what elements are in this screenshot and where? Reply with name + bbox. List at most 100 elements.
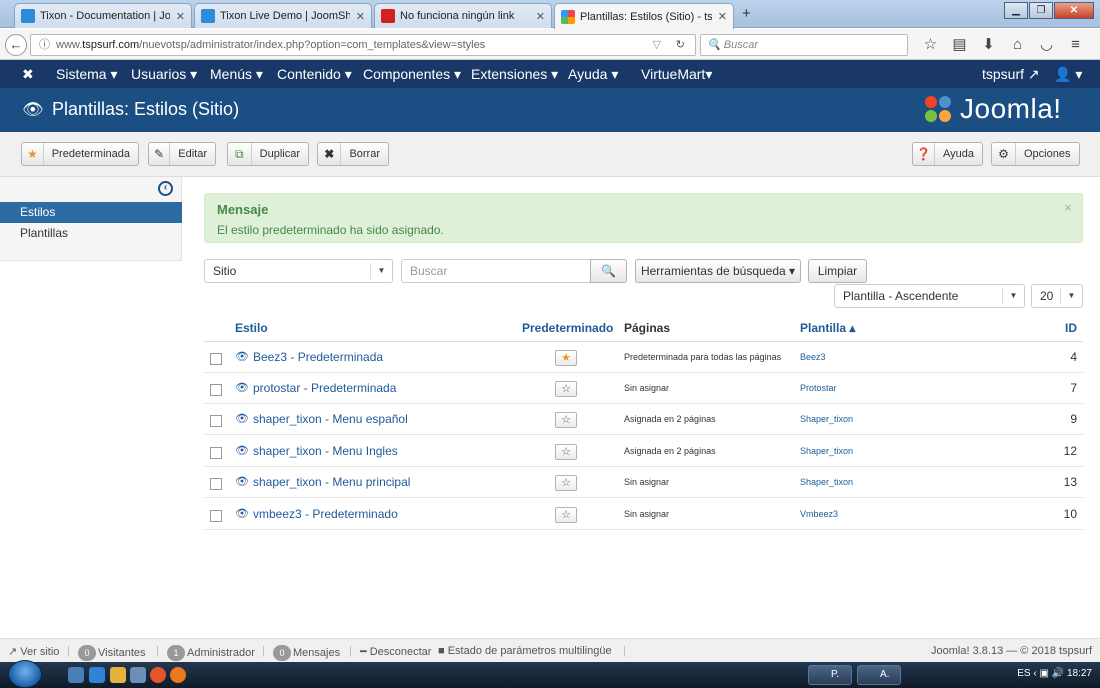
template-link[interactable]: Beez3 — [800, 352, 826, 362]
preview-eye-icon[interactable]: 👁 — [235, 350, 249, 363]
reading-list-icon[interactable]: ▤ — [945, 34, 974, 56]
client-select[interactable]: Sitio ▼ — [204, 259, 393, 283]
default-star-icon[interactable]: ☆ — [555, 475, 577, 491]
col-header-style[interactable]: Estilo — [235, 321, 268, 335]
url-dropdown-icon[interactable]: ▽ — [653, 35, 661, 55]
delete-button[interactable]: ✖ Borrar — [317, 142, 389, 166]
menu-menus[interactable]: Menús ▾ — [210, 66, 263, 83]
browser-tab[interactable]: No funciona ningún link ✕ — [374, 3, 552, 28]
col-header-id[interactable]: ID — [1065, 321, 1077, 335]
joomla-x-icon[interactable]: ✖ — [22, 66, 34, 83]
sidebar-item-estilos[interactable]: Estilos — [0, 202, 182, 223]
row-checkbox[interactable] — [210, 478, 222, 490]
taskbar-app-firefox[interactable]: P. — [808, 665, 852, 685]
bookmark-star-icon[interactable]: ☆ — [916, 34, 945, 56]
help-button[interactable]: ❓ Ayuda — [912, 142, 983, 166]
menu-contenido[interactable]: Contenido ▾ — [277, 66, 352, 83]
alert-close-icon[interactable]: × — [1064, 200, 1072, 215]
messages-status[interactable]: 0 Mensajes — [273, 645, 340, 661]
info-icon[interactable]: ⓘ — [39, 39, 50, 51]
close-tab-icon[interactable]: ✕ — [176, 10, 185, 23]
menu-componentes[interactable]: Componentes ▾ — [363, 66, 461, 83]
pocket-icon[interactable]: ◡ — [1032, 34, 1061, 56]
search-button[interactable]: 🔍 — [590, 259, 627, 283]
sidebar-item-plantillas[interactable]: Plantillas — [0, 223, 182, 244]
volume-icon[interactable]: 🔊 — [1052, 668, 1064, 679]
col-header-default[interactable]: Predeterminado — [522, 321, 613, 335]
new-tab-button[interactable]: + — [742, 5, 751, 22]
row-checkbox[interactable] — [210, 510, 222, 522]
template-link[interactable]: Shaper_tixon — [800, 446, 853, 456]
taskbar-app-photoshop[interactable]: A. — [857, 665, 901, 685]
minimize-icon[interactable]: ▁ — [1004, 2, 1028, 19]
menu-usuarios[interactable]: Usuarios ▾ — [131, 66, 197, 83]
url-bar[interactable]: ⓘ www.tspsurf.com/nuevotsp/administrator/… — [30, 34, 696, 56]
menu-virtuemart[interactable]: VirtueMart▾ — [641, 66, 712, 83]
browser-search-input[interactable]: 🔍 Buscar — [700, 34, 908, 56]
search-tools-button[interactable]: Herramientas de búsqueda ▾ — [635, 259, 801, 283]
template-link[interactable]: Shaper_tixon — [800, 414, 853, 424]
default-star-icon[interactable]: ☆ — [555, 412, 577, 428]
media-icon[interactable] — [130, 667, 146, 683]
user-menu[interactable]: 👤 ▾ — [1054, 66, 1082, 83]
row-checkbox[interactable] — [210, 447, 222, 459]
default-button[interactable]: ★ Predeterminada — [21, 142, 139, 166]
template-link[interactable]: Protostar — [800, 383, 837, 393]
sidebar-toggle-icon[interactable]: ‹ — [158, 181, 173, 196]
browser-tab[interactable]: Tixon - Documentation | Jo... ✕ — [14, 3, 192, 28]
search-input[interactable]: Buscar — [401, 259, 591, 283]
chrome-icon[interactable] — [150, 667, 166, 683]
maximize-icon[interactable]: ❐ — [1029, 2, 1053, 19]
style-name-link[interactable]: protostar - Predeterminada — [253, 381, 396, 395]
preview-eye-icon[interactable]: 👁 — [235, 475, 249, 488]
start-button-icon[interactable] — [8, 660, 42, 688]
preview-eye-icon[interactable]: 👁 — [235, 507, 249, 520]
menu-extensiones[interactable]: Extensiones ▾ — [471, 66, 558, 83]
browser-tab[interactable]: Tixon Live Demo | JoomSh... ✕ — [194, 3, 372, 28]
browser-tab-active[interactable]: Plantillas: Estilos (Sitio) - ts... ✕ — [554, 3, 734, 29]
col-header-template[interactable]: Plantilla ▴ — [800, 321, 855, 335]
menu-ayuda[interactable]: Ayuda ▾ — [568, 66, 618, 83]
row-checkbox[interactable] — [210, 384, 222, 396]
menu-icon[interactable]: ≡ — [1061, 34, 1090, 56]
default-star-icon[interactable]: ★ — [555, 350, 577, 366]
limit-select[interactable]: 20 ▼ — [1031, 284, 1083, 308]
duplicate-button[interactable]: ⧉ Duplicar — [227, 142, 309, 166]
preview-eye-icon[interactable]: 👁 — [235, 381, 249, 394]
language-indicator[interactable]: ES — [1017, 668, 1030, 679]
network-icon[interactable]: ▣ — [1040, 668, 1049, 679]
preview-eye-icon[interactable]: 👁 — [235, 412, 249, 425]
default-star-icon[interactable]: ☆ — [555, 444, 577, 460]
close-window-icon[interactable]: ✕ — [1054, 2, 1094, 19]
firefox-icon[interactable] — [170, 667, 186, 683]
style-name-link[interactable]: shaper_tixon - Menu Ingles — [253, 444, 398, 458]
default-star-icon[interactable]: ☆ — [555, 381, 577, 397]
ordering-select[interactable]: Plantilla - Ascendente ▼ — [834, 284, 1025, 308]
style-name-link[interactable]: vmbeez3 - Predeterminado — [253, 507, 398, 521]
template-link[interactable]: Vmbeez3 — [800, 509, 838, 519]
menu-sistema[interactable]: Sistema ▾ — [56, 66, 118, 83]
clear-button[interactable]: Limpiar — [808, 259, 867, 283]
reload-icon[interactable]: ↻ — [676, 35, 685, 55]
logout-link[interactable]: ━ Desconectar — [360, 645, 431, 658]
edit-button[interactable]: ✎ Editar — [148, 142, 216, 166]
download-icon[interactable]: ⬇ — [974, 34, 1003, 56]
row-checkbox[interactable] — [210, 415, 222, 427]
back-icon[interactable]: ← — [5, 34, 27, 56]
close-tab-icon[interactable]: ✕ — [718, 10, 727, 23]
style-name-link[interactable]: shaper_tixon - Menu español — [253, 412, 408, 426]
close-tab-icon[interactable]: ✕ — [536, 10, 545, 23]
default-star-icon[interactable]: ☆ — [555, 507, 577, 523]
close-tab-icon[interactable]: ✕ — [356, 10, 365, 23]
view-site-link[interactable]: ↗ Ver sitio — [8, 645, 59, 658]
preview-eye-icon[interactable]: 👁 — [235, 444, 249, 457]
show-desktop-icon[interactable] — [68, 667, 84, 683]
style-name-link[interactable]: shaper_tixon - Menu principal — [253, 475, 410, 489]
clock[interactable]: 18:27 — [1067, 668, 1092, 679]
template-link[interactable]: Shaper_tixon — [800, 477, 853, 487]
ie-icon[interactable] — [89, 667, 105, 683]
style-name-link[interactable]: Beez3 - Predeterminada — [253, 350, 383, 364]
row-checkbox[interactable] — [210, 353, 222, 365]
site-link[interactable]: tspsurf ↗ — [982, 66, 1040, 83]
explorer-icon[interactable] — [110, 667, 126, 683]
